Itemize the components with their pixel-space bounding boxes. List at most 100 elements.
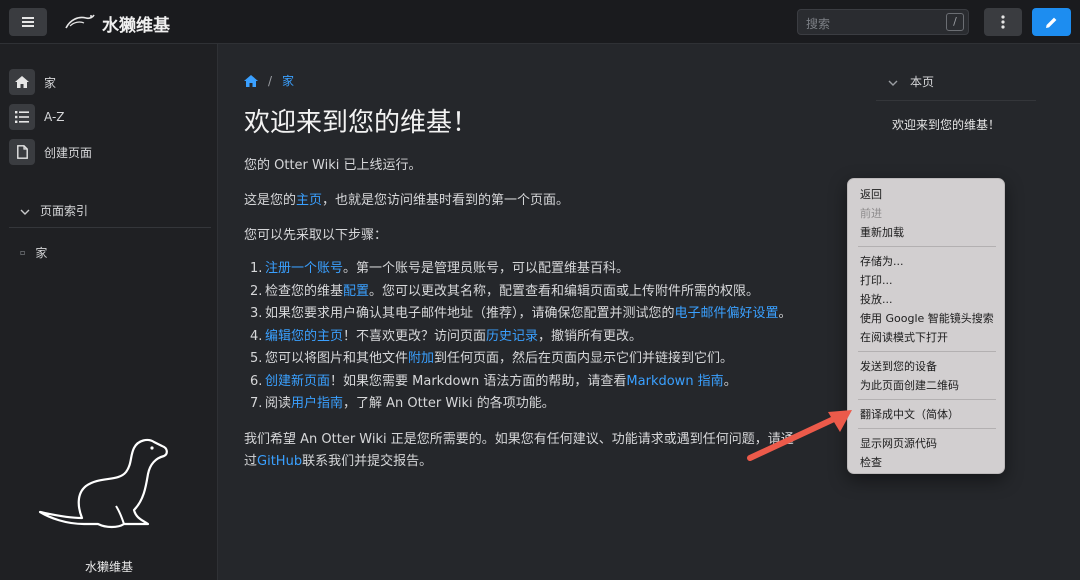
step-number: 7. — [250, 396, 263, 411]
list-item: 1. 注册一个账号。第一个账号是管理员账号，可以配置维基百科。 — [250, 258, 792, 281]
breadcrumb-current[interactable]: 家 — [282, 72, 294, 89]
menu-item-cast[interactable]: 投放... — [860, 291, 893, 307]
text: 。您可以更改其名称，配置查看和编辑页面或上传附件所需的权限。 — [369, 283, 760, 299]
menu-separator — [858, 428, 996, 429]
text: 。 — [778, 306, 792, 321]
page-index-item-label: 家 — [35, 246, 48, 260]
page-title: 欢迎来到您的维基！ — [244, 108, 479, 138]
text: ，了解 An Otter Wiki 的各项功能。 — [343, 396, 555, 411]
attach-link[interactable]: 附加 — [408, 351, 434, 366]
site-title[interactable]: 水獭维基 — [102, 11, 170, 36]
divider — [876, 100, 1036, 101]
text: 您可以将图片和其他文件 — [265, 351, 409, 366]
text: 阅读 — [265, 396, 292, 411]
menu-button[interactable] — [9, 8, 47, 36]
user-guide-link[interactable]: 用户指南 — [291, 396, 343, 411]
text: 检查您的维基 — [265, 283, 344, 299]
chevron-down-icon — [20, 204, 30, 218]
step-number: 3. — [250, 306, 263, 321]
step-number: 5. — [250, 351, 263, 366]
toc-item[interactable]: 欢迎来到您的维基！ — [892, 116, 1000, 133]
homepage-link[interactable]: 主页 — [296, 193, 322, 208]
menu-item-view-source[interactable]: 显示网页源代码 — [860, 435, 937, 451]
menu-item-send-to-devices[interactable]: 发送到您的设备 — [860, 358, 937, 374]
register-link[interactable]: 注册一个账号 — [265, 261, 343, 276]
kebab-icon — [1001, 15, 1005, 29]
pencil-icon — [1046, 17, 1057, 28]
closing-paragraph: 我们希望 An Otter Wiki 正是您所需要的。如果您有任何建议、功能请求… — [244, 429, 794, 473]
text: ，也就是您访问维基时看到的第一个页面。 — [322, 193, 570, 208]
step-number: 6. — [250, 373, 263, 389]
text: 如果您要求用户确认其电子邮件地址（推荐），请确保您配置并测试您的 — [265, 306, 675, 321]
menu-item-google-lens[interactable]: 使用 Google 智能镜头搜索 — [860, 310, 994, 326]
home-icon — [9, 69, 35, 95]
step-number: 4. — [250, 328, 263, 344]
text: 。第一个账号是管理员账号，可以配置维基百科。 — [343, 261, 630, 276]
search-input[interactable]: 搜索 / — [797, 9, 969, 35]
menu-item-print[interactable]: 打印... — [860, 272, 893, 288]
search-placeholder: 搜索 — [806, 17, 831, 31]
more-options-button[interactable] — [984, 8, 1022, 36]
sidebar-caption: 水獭维基 — [84, 560, 133, 574]
menu-separator — [858, 246, 996, 247]
steps-list: 1. 注册一个账号。第一个账号是管理员账号，可以配置维基百科。 2. 检查您的维基配… — [250, 258, 792, 416]
text: ，撤销所有更改。 — [538, 328, 643, 344]
page-index-item[interactable]: ▫ 家 — [20, 244, 47, 261]
context-menu: 返回 前进 重新加载 存储为... 打印... 投放... 使用 Google … — [847, 178, 1005, 474]
text: 到任何页面，然后在页面内显示它们并链接到它们。 — [434, 351, 734, 366]
breadcrumb: / 家 — [244, 72, 294, 89]
edit-button[interactable] — [1032, 8, 1071, 36]
menu-item-reading-mode[interactable]: 在阅读模式下打开 — [860, 329, 948, 345]
menu-separator — [858, 399, 996, 400]
list-item: 4. 编辑您的主页！不喜欢更改？访问页面历史记录，撤销所有更改。 — [250, 326, 792, 349]
menu-item-qr-code[interactable]: 为此页面创建二维码 — [860, 377, 959, 393]
github-link[interactable]: GitHub — [257, 454, 302, 469]
bullet-icon: ▫ — [20, 248, 26, 257]
menu-item-reload[interactable]: 重新加载 — [860, 224, 904, 240]
breadcrumb-separator: / — [268, 73, 273, 88]
edit-homepage-link[interactable]: 编辑您的主页 — [265, 329, 343, 344]
create-page-link[interactable]: 创建新页面 — [265, 374, 330, 389]
list-item: 6. 创建新页面！如果您需要 Markdown 语法方面的帮助，请查看Markdo… — [250, 371, 792, 394]
text: ！不喜欢更改？访问页面 — [343, 328, 487, 344]
toc-heading: 本页 — [910, 75, 935, 89]
search-shortcut-hint: / — [946, 13, 964, 31]
list-item: 2. 检查您的维基配置。您可以更改其名称，配置查看和编辑页面或上传附件所需的权限。 — [250, 281, 792, 304]
top-bar: 水獭维基 搜索 / — [0, 0, 1080, 44]
sidebar-item-create-page[interactable]: 创建页面 — [9, 139, 92, 165]
text: 。 — [723, 373, 737, 389]
sidebar-item-label: 家 — [44, 75, 57, 90]
otter-logo[interactable] — [64, 10, 96, 34]
divider — [9, 227, 211, 228]
menu-item-inspect[interactable]: 检查 — [860, 454, 882, 470]
config-link[interactable]: 配置 — [343, 284, 369, 299]
homepage-paragraph: 这是您的主页，也就是您访问维基时看到的第一个页面。 — [244, 189, 569, 208]
sidebar-item-home[interactable]: 家 — [9, 69, 56, 95]
text: 这是您的 — [244, 193, 297, 208]
file-icon — [9, 139, 35, 165]
page-index-label: 页面索引 — [40, 204, 89, 218]
toc-toggle[interactable]: 本页 — [888, 73, 934, 90]
sidebar-item-a-z[interactable]: A-Z — [9, 104, 65, 130]
intro-paragraph: 您的 Otter Wiki 已上线运行。 — [244, 158, 422, 173]
list-item: 7. 阅读用户指南，了解 An Otter Wiki 的各项功能。 — [250, 393, 792, 416]
markdown-guide-link[interactable]: Markdown 指南 — [626, 374, 723, 389]
home-icon[interactable] — [244, 74, 258, 88]
page-index-toggle[interactable]: 页面索引 — [20, 202, 88, 219]
menu-item-save-as[interactable]: 存储为... — [860, 253, 904, 269]
list-item: 5. 您可以将图片和其他文件附加到任何页面，然后在页面内显示它们并链接到它们。 — [250, 348, 792, 371]
email-settings-link[interactable]: 电子邮件偏好设置 — [675, 306, 779, 321]
step-number: 2. — [250, 283, 263, 299]
menu-item-translate[interactable]: 翻译成中文（简体） — [860, 406, 959, 422]
history-link[interactable]: 历史记录 — [486, 329, 538, 344]
menu-item-forward[interactable]: 前进 — [860, 205, 882, 221]
menu-separator — [858, 351, 996, 352]
chevron-down-icon — [888, 75, 898, 89]
text: 过 — [244, 454, 258, 469]
sidebar: 家 A-Z 创建页面 页面索引 ▫ 家 水獭维基 — [0, 44, 218, 580]
annotation-arrow-icon — [747, 410, 852, 461]
otter-illustration — [38, 438, 168, 529]
menu-item-back[interactable]: 返回 — [860, 186, 882, 202]
list-item: 3. 如果您要求用户确认其电子邮件地址（推荐），请确保您配置并测试您的电子邮件偏好… — [250, 303, 792, 326]
sidebar-item-label: 创建页面 — [44, 145, 93, 160]
